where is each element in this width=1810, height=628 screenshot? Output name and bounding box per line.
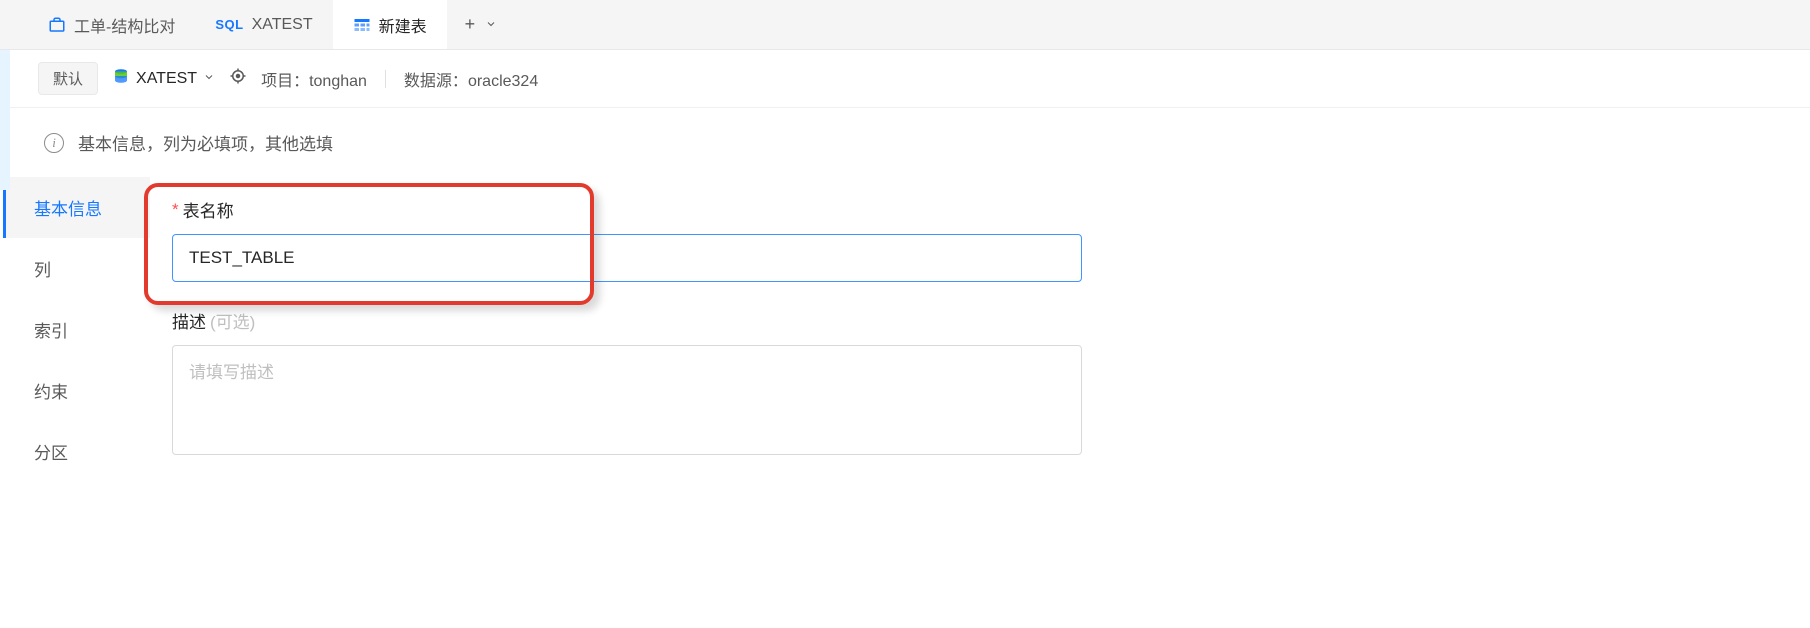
plus-icon: + bbox=[465, 14, 476, 35]
info-text: 基本信息，列为必填项，其他选填 bbox=[78, 130, 333, 155]
form-panel: * 表名称 描述 (可选) bbox=[150, 177, 1810, 514]
sidebar-item-label: 索引 bbox=[34, 322, 68, 341]
sidebar-item-constraints[interactable]: 约束 bbox=[3, 360, 150, 421]
context-bar: 默认 XATEST 项目：tonghan 数据源：oracle324 bbox=[0, 50, 1810, 108]
database-icon bbox=[112, 67, 130, 90]
work-order-icon bbox=[48, 16, 66, 34]
database-name: XATEST bbox=[136, 70, 197, 88]
target-icon[interactable] bbox=[229, 67, 247, 90]
required-asterisk: * bbox=[172, 200, 179, 220]
tab-label: XATEST bbox=[252, 16, 313, 34]
tab-bar: 工单-结构比对 SQL XATEST 新建表 + bbox=[0, 0, 1810, 50]
project-label: 项目： bbox=[261, 73, 309, 90]
description-textarea[interactable] bbox=[172, 345, 1082, 455]
database-selector[interactable]: XATEST bbox=[112, 67, 215, 90]
table-icon bbox=[353, 16, 371, 34]
datasource-value: oracle324 bbox=[468, 73, 538, 90]
divider bbox=[385, 70, 386, 88]
chevron-down-icon bbox=[203, 70, 215, 88]
tab-sql-xatest[interactable]: SQL XATEST bbox=[195, 0, 332, 49]
datasource-info: 数据源：oracle324 bbox=[404, 67, 538, 91]
table-name-input[interactable] bbox=[172, 234, 1082, 282]
sidebar-item-label: 列 bbox=[34, 261, 51, 280]
sidebar-item-partitions[interactable]: 分区 bbox=[3, 421, 150, 482]
optional-text: (可选) bbox=[210, 308, 255, 333]
info-banner: i 基本信息，列为必填项，其他选填 bbox=[0, 108, 1810, 177]
tab-new-table[interactable]: 新建表 bbox=[333, 0, 447, 49]
sidebar-item-label: 约束 bbox=[34, 383, 68, 402]
main-area: 基本信息 列 索引 约束 分区 * 表名称 描述 (可选) bbox=[0, 177, 1810, 514]
sidebar-item-label: 基本信息 bbox=[34, 200, 102, 219]
sql-icon: SQL bbox=[215, 17, 243, 32]
left-highlight-strip bbox=[0, 50, 10, 190]
table-name-label: * 表名称 bbox=[172, 197, 1780, 222]
default-button[interactable]: 默认 bbox=[38, 62, 98, 95]
form-row-description: 描述 (可选) bbox=[172, 308, 1780, 458]
info-icon: i bbox=[44, 133, 64, 153]
sidebar-item-basic-info[interactable]: 基本信息 bbox=[3, 177, 150, 238]
form-row-table-name: * 表名称 bbox=[172, 197, 1780, 282]
tab-label: 新建表 bbox=[379, 13, 427, 37]
label-text: 描述 bbox=[172, 308, 206, 333]
tab-add-button[interactable]: + bbox=[447, 14, 516, 35]
description-label: 描述 (可选) bbox=[172, 308, 1780, 333]
label-text: 表名称 bbox=[183, 197, 234, 222]
sidebar-item-columns[interactable]: 列 bbox=[3, 238, 150, 299]
chevron-down-icon bbox=[485, 14, 497, 35]
sidebar-item-indexes[interactable]: 索引 bbox=[3, 299, 150, 360]
project-info: 项目：tonghan bbox=[261, 67, 367, 91]
tab-label: 工单-结构比对 bbox=[74, 13, 175, 37]
datasource-label: 数据源： bbox=[404, 73, 468, 90]
sidebar-item-label: 分区 bbox=[34, 444, 68, 463]
tab-work-order[interactable]: 工单-结构比对 bbox=[28, 0, 195, 49]
project-value: tonghan bbox=[309, 73, 367, 90]
form-sidebar: 基本信息 列 索引 约束 分区 bbox=[0, 177, 150, 514]
